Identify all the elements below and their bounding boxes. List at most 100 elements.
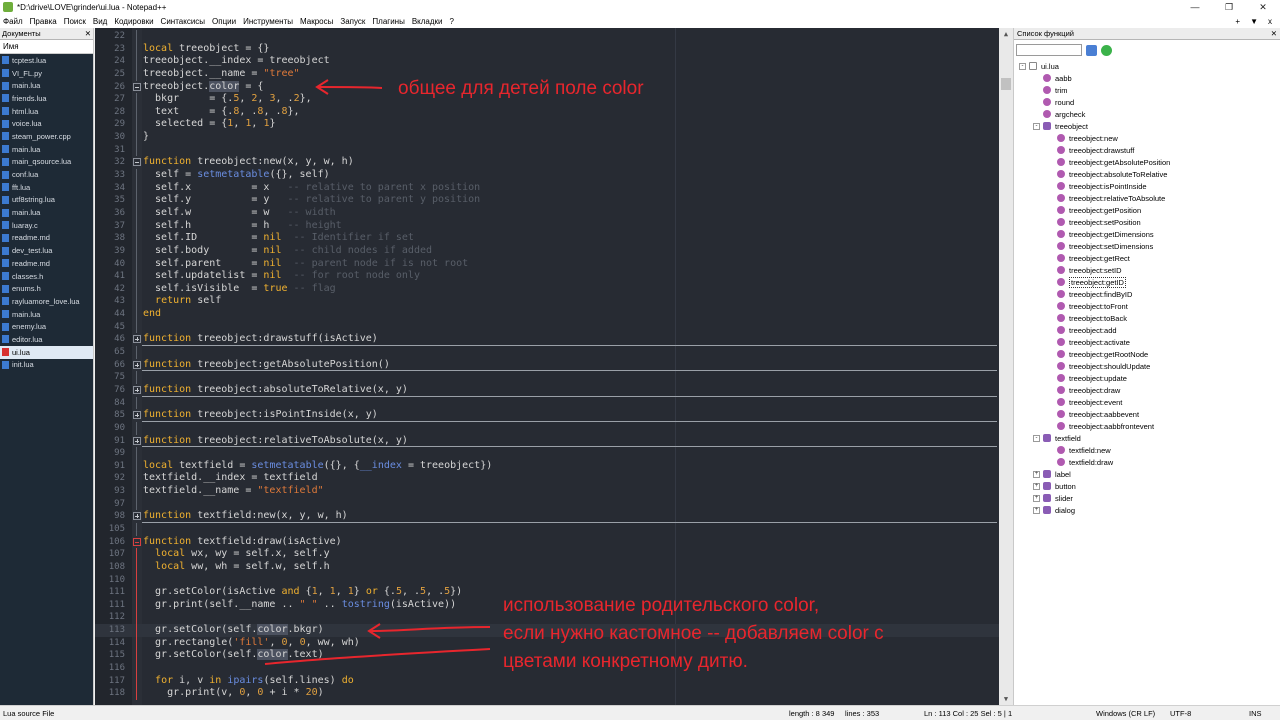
document-item[interactable]: classes.h [0, 270, 93, 283]
menu-item[interactable]: Правка [30, 17, 57, 26]
function-item[interactable]: treeobject:add [1014, 324, 1280, 336]
document-item[interactable]: main_qsource.lua [0, 156, 93, 169]
menu-item[interactable]: Файл [3, 17, 23, 26]
document-item[interactable]: init.lua [0, 359, 93, 372]
code-line[interactable]: 35 self.y = y -- relative to parent y po… [95, 194, 1013, 207]
function-item[interactable]: argcheck [1014, 108, 1280, 120]
function-item[interactable]: treeobject:getRect [1014, 252, 1280, 264]
menu-item[interactable]: Вид [93, 17, 107, 26]
document-item[interactable]: readme.md [0, 257, 93, 270]
function-search-input[interactable] [1016, 44, 1082, 56]
fold-collapse-icon[interactable] [133, 82, 141, 91]
code-line[interactable]: 24 treeobject.__index = treeobject [95, 55, 1013, 68]
document-item[interactable]: editor.lua [0, 333, 93, 346]
code-line[interactable]: 23 local treeobject = {} [95, 42, 1013, 56]
code-line[interactable]: 43 return self [95, 295, 1013, 309]
fold-expand-icon[interactable] [133, 385, 141, 394]
function-item[interactable]: treeobject:aabbfrontevent [1014, 420, 1280, 432]
function-item[interactable]: round [1014, 96, 1280, 108]
document-item[interactable]: main.lua [0, 206, 93, 219]
function-item[interactable]: treeobject:drawstuff [1014, 144, 1280, 156]
expand-icon[interactable]: + [1033, 482, 1040, 490]
sort-icon[interactable] [1086, 44, 1097, 56]
code-line[interactable]: 97 [95, 497, 1013, 511]
document-item[interactable]: readme.md [0, 232, 93, 245]
expand-icon[interactable]: + [1033, 506, 1040, 514]
code-line[interactable]: 106 function textfield:draw(isActive) [95, 536, 1013, 549]
menu-item[interactable]: Плагины [372, 17, 404, 26]
function-item[interactable]: treeobject:setDimensions [1014, 240, 1280, 252]
code-line[interactable]: 31 [95, 143, 1013, 157]
function-item[interactable]: treeobject:absoluteToRelative [1014, 168, 1280, 180]
code-line[interactable]: 92 textfield.__index = textfield [95, 472, 1013, 486]
maximize-button[interactable]: ❐ [1212, 0, 1246, 14]
function-item[interactable]: aabb [1014, 72, 1280, 84]
documents-column-header[interactable]: Имя [0, 40, 93, 54]
document-item[interactable]: main.lua [0, 143, 93, 156]
code-line[interactable]: 118 gr.print(v, 0, 0 + i * 20) [95, 687, 1013, 700]
function-item[interactable]: treeobject:getPosition [1014, 204, 1280, 216]
refresh-icon[interactable] [1101, 44, 1112, 56]
document-item[interactable]: friends.lua [0, 92, 93, 105]
code-line[interactable]: 41 self.updatelist = nil -- for root nod… [95, 270, 1013, 283]
expand-icon[interactable]: + [1033, 470, 1040, 478]
code-line[interactable]: 34 self.x = x -- relative to parent x po… [95, 181, 1013, 195]
document-item[interactable]: ui.lua [0, 345, 93, 359]
function-item[interactable]: treeobject:event [1014, 396, 1280, 408]
code-line[interactable]: 93 textfield.__name = "textfield" [95, 485, 1013, 498]
code-line[interactable]: 39 self.body = nil -- child nodes if add… [95, 244, 1013, 258]
fold-collapse-icon[interactable] [133, 537, 141, 546]
menu-item[interactable]: Вкладки [412, 17, 443, 26]
code-line[interactable]: 22 [95, 30, 1013, 43]
code-line[interactable]: 75 [95, 371, 1013, 384]
function-item[interactable]: treeobject:new [1014, 132, 1280, 144]
function-item[interactable]: treeobject:setID [1014, 264, 1280, 276]
fold-expand-icon[interactable] [133, 512, 141, 521]
code-line[interactable]: 117 for i, v in ipairs(self.lines) do [95, 674, 1013, 688]
function-item[interactable]: treeobject:getRootNode [1014, 348, 1280, 360]
fold-expand-icon[interactable] [133, 360, 141, 369]
document-item[interactable]: dev_test.lua [0, 244, 93, 257]
document-item[interactable]: luaray.c [0, 219, 93, 232]
document-item[interactable]: conf.lua [0, 168, 93, 181]
class-node[interactable]: + label [1014, 468, 1280, 480]
close-button[interactable]: ✕ [1246, 0, 1280, 14]
document-item[interactable]: html.lua [0, 105, 93, 118]
code-line[interactable]: 30} [95, 131, 1013, 144]
code-line[interactable]: 90 [95, 421, 1013, 435]
function-item[interactable]: treeobject:getAbsolutePosition [1014, 156, 1280, 168]
function-item[interactable]: treeobject:relativeToAbsolute [1014, 192, 1280, 204]
code-line[interactable]: 45 [95, 320, 1013, 334]
fold-collapse-icon[interactable] [133, 158, 141, 167]
document-item[interactable]: voice.lua [0, 117, 93, 130]
code-line[interactable]: 33 self = setmetatable({}, self) [95, 169, 1013, 182]
fold-expand-icon[interactable] [133, 436, 141, 445]
collapse-icon[interactable]: - [1033, 434, 1040, 442]
code-line[interactable]: 46 function treeobject:drawstuff(isActive… [95, 333, 1013, 346]
collapse-icon[interactable]: - [1033, 122, 1040, 130]
expand-icon[interactable]: + [1033, 494, 1040, 502]
scroll-up-icon[interactable]: ▲ [999, 28, 1013, 40]
code-line[interactable]: 91 function treeobject:relativeToAbsolute… [95, 435, 1013, 448]
code-line[interactable]: 32 function treeobject:new(x, y, w, h) [95, 156, 1013, 169]
code-line[interactable]: 107 local wx, wy = self.x, self.y [95, 548, 1013, 561]
function-item[interactable]: treeobject:findByID [1014, 288, 1280, 300]
menu-item[interactable]: Синтаксисы [161, 17, 206, 26]
function-item[interactable]: textfield:draw [1014, 456, 1280, 468]
collapse-icon[interactable]: - [1019, 62, 1026, 70]
file-node[interactable]: - ui.lua [1014, 60, 1280, 72]
code-line[interactable]: 28 text = {.8, .8, .8}, [95, 105, 1013, 119]
document-item[interactable]: fft.lua [0, 181, 93, 194]
code-editor[interactable]: 22 23 local treeobject = {} 24 treeobject.__… [95, 28, 1013, 705]
function-item[interactable]: treeobject:update [1014, 372, 1280, 384]
document-item[interactable]: steam_power.cpp [0, 130, 93, 143]
function-item[interactable]: textfield:new [1014, 444, 1280, 456]
code-line[interactable]: 105 [95, 522, 1013, 536]
menu-control[interactable]: ▼ [1250, 17, 1258, 26]
close-icon[interactable]: ✕ [1271, 29, 1277, 38]
function-item[interactable]: treeobject:isPointInside [1014, 180, 1280, 192]
class-node[interactable]: + dialog [1014, 504, 1280, 516]
function-item[interactable]: treeobject:activate [1014, 336, 1280, 348]
document-item[interactable]: main.lua [0, 79, 93, 92]
code-line[interactable]: 76 function treeobject:absoluteToRelative… [95, 384, 1013, 397]
